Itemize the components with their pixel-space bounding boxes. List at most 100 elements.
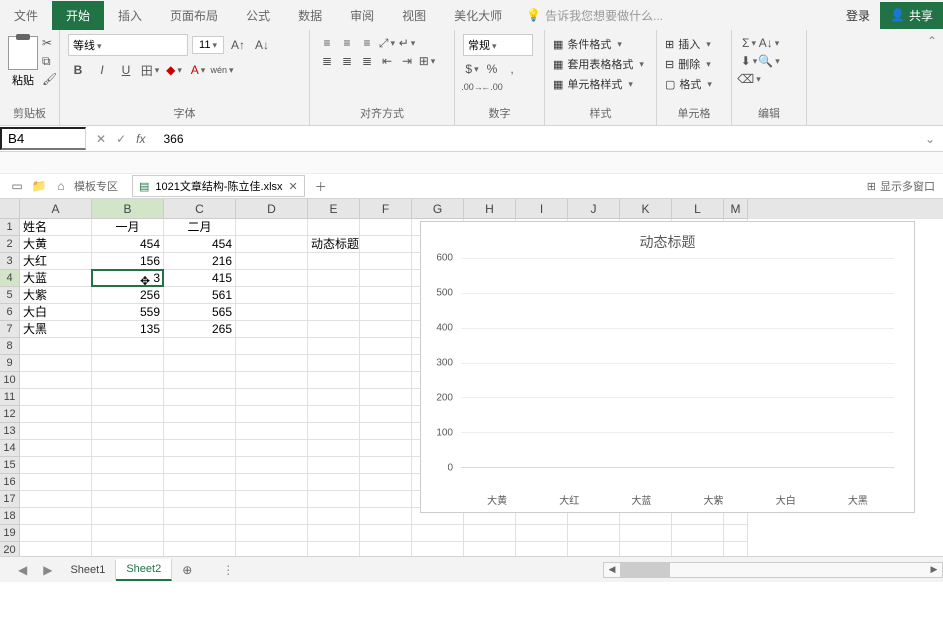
cell[interactable] [464, 542, 516, 556]
percent-icon[interactable]: % [483, 60, 501, 78]
doc-tab[interactable]: ▤ 1021文章结构-陈立佳.xlsx ✕ [132, 175, 305, 197]
embedded-chart[interactable]: 动态标题 0100200300400500600 大黄大红大蓝大紫大白大黑 [420, 221, 915, 513]
font-name-select[interactable]: 等线 [68, 34, 188, 56]
cell[interactable]: 动态标题 [308, 236, 360, 253]
fill-icon[interactable]: ⬇ [740, 52, 758, 70]
cell[interactable] [164, 372, 236, 389]
cell[interactable]: 大黑 [20, 321, 92, 338]
decrease-decimal-icon[interactable]: ←.00 [483, 78, 501, 96]
cell[interactable] [308, 372, 360, 389]
menu-beautify[interactable]: 美化大师 [440, 1, 516, 30]
increase-decimal-icon[interactable]: .00→ [463, 78, 481, 96]
comma-icon[interactable]: , [503, 60, 521, 78]
cell[interactable] [308, 253, 360, 270]
table-format-button[interactable]: ▦套用表格格式 [553, 54, 648, 74]
cell-style-button[interactable]: ▦单元格样式 [553, 74, 648, 94]
align-middle-icon[interactable]: ≡ [338, 34, 356, 52]
cell[interactable]: 大红 [20, 253, 92, 270]
cell[interactable] [20, 491, 92, 508]
cell[interactable] [20, 508, 92, 525]
cell[interactable] [568, 542, 620, 556]
cell[interactable] [20, 440, 92, 457]
cell[interactable]: 156 [92, 253, 164, 270]
cell[interactable] [164, 440, 236, 457]
bold-button[interactable]: B [68, 60, 88, 80]
login-button[interactable]: 登录 [836, 1, 880, 30]
cell[interactable] [724, 542, 748, 556]
paste-button[interactable]: 粘贴 [8, 34, 38, 88]
cell[interactable] [20, 542, 92, 556]
cell[interactable] [620, 542, 672, 556]
cell[interactable] [360, 372, 412, 389]
sheet-tab-2[interactable]: Sheet2 [116, 559, 172, 581]
clear-icon[interactable]: ⌫ [740, 70, 758, 88]
row-header-7[interactable]: 7 [0, 321, 20, 338]
conditional-format-button[interactable]: ▦条件格式 [553, 34, 648, 54]
cell[interactable] [360, 491, 412, 508]
cell[interactable] [164, 355, 236, 372]
align-left-icon[interactable]: ≣ [318, 52, 336, 70]
share-button[interactable]: 👤 共享 [880, 2, 943, 29]
col-header-M[interactable]: M [724, 199, 748, 219]
row-header-8[interactable]: 8 [0, 338, 20, 355]
cell[interactable]: 559 [92, 304, 164, 321]
col-header-D[interactable]: D [236, 199, 308, 219]
cell[interactable] [360, 508, 412, 525]
chart-title[interactable]: 动态标题 [421, 222, 914, 258]
cell[interactable]: 454 [164, 236, 236, 253]
cell[interactable] [236, 372, 308, 389]
menu-review[interactable]: 审阅 [336, 1, 388, 30]
underline-button[interactable]: U [116, 60, 136, 80]
row-header-4[interactable]: 4 [0, 270, 20, 287]
cell[interactable]: 大蓝 [20, 270, 92, 287]
cell[interactable] [164, 423, 236, 440]
align-right-icon[interactable]: ≣ [358, 52, 376, 70]
cell[interactable] [164, 406, 236, 423]
cell[interactable] [236, 355, 308, 372]
cell[interactable] [672, 525, 724, 542]
cell[interactable] [360, 423, 412, 440]
cell[interactable] [236, 253, 308, 270]
cell[interactable] [236, 304, 308, 321]
decrease-indent-icon[interactable]: ⇤ [378, 52, 396, 70]
cell[interactable] [164, 389, 236, 406]
cell[interactable] [672, 542, 724, 556]
cell[interactable] [92, 338, 164, 355]
cell[interactable] [516, 542, 568, 556]
close-tab-icon[interactable]: ✕ [289, 180, 298, 193]
cell[interactable]: 姓名 [20, 219, 92, 236]
col-header-E[interactable]: E [308, 199, 360, 219]
cell[interactable] [236, 508, 308, 525]
cell[interactable] [360, 270, 412, 287]
cell[interactable] [92, 525, 164, 542]
cell[interactable] [164, 338, 236, 355]
italic-button[interactable]: I [92, 60, 112, 80]
cell[interactable] [164, 508, 236, 525]
cell[interactable] [412, 525, 464, 542]
row-header-18[interactable]: 18 [0, 508, 20, 525]
cell[interactable] [92, 355, 164, 372]
cell[interactable] [236, 440, 308, 457]
col-header-G[interactable]: G [412, 199, 464, 219]
row-header-13[interactable]: 13 [0, 423, 20, 440]
enter-icon[interactable]: ✓ [116, 132, 126, 146]
row-header-1[interactable]: 1 [0, 219, 20, 236]
row-header-14[interactable]: 14 [0, 440, 20, 457]
cell[interactable] [20, 355, 92, 372]
cell[interactable] [360, 219, 412, 236]
align-top-icon[interactable]: ≡ [318, 34, 336, 52]
row-header-2[interactable]: 2 [0, 236, 20, 253]
cell[interactable] [308, 542, 360, 556]
cell[interactable] [236, 219, 308, 236]
format-painter-icon[interactable]: 🖌 [42, 72, 56, 86]
row-header-10[interactable]: 10 [0, 372, 20, 389]
cell[interactable] [308, 406, 360, 423]
col-header-B[interactable]: B [92, 199, 164, 219]
formula-input[interactable]: 366 [155, 130, 916, 148]
cell[interactable]: 565 [164, 304, 236, 321]
cell[interactable] [308, 474, 360, 491]
menu-formulas[interactable]: 公式 [232, 1, 284, 30]
cell[interactable] [308, 440, 360, 457]
col-header-A[interactable]: A [20, 199, 92, 219]
menu-file[interactable]: 文件 [0, 1, 52, 30]
